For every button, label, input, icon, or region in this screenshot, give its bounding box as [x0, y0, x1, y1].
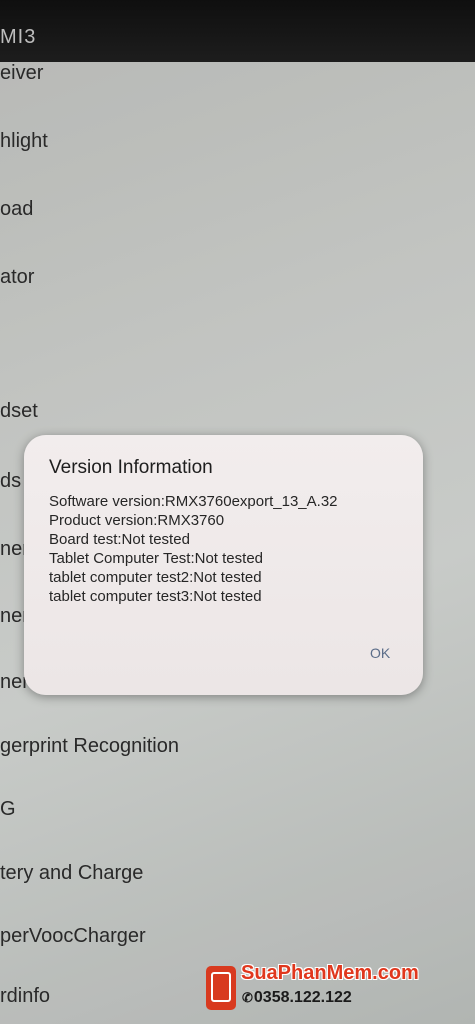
- app-title: MI3: [0, 26, 37, 48]
- product-version-line: Product version:RMX3760: [49, 512, 225, 529]
- tablet-test2-line: tablet computer test2:Not tested: [49, 569, 262, 586]
- version-info-dialog: Version Information Software version:RMX…: [24, 435, 423, 695]
- ok-button[interactable]: OK: [366, 643, 394, 663]
- phone-icon: ✆: [242, 990, 253, 1005]
- dialog-title: Version Information: [49, 457, 213, 478]
- watermark: SuaPhanMem.com ✆0358.122.122: [206, 962, 454, 1014]
- watermark-site: SuaPhanMem.com: [241, 962, 419, 984]
- software-version-line: Software version:RMX3760export_13_A.32: [49, 493, 338, 510]
- watermark-phone: 0358.122.122: [253, 989, 352, 1006]
- watermark-phone-row: ✆0358.122.122: [242, 989, 352, 1007]
- dialog-message: Software version:RMX3760export_13_A.32 P…: [49, 492, 338, 606]
- status-bar: [0, 0, 475, 62]
- tablet-test-line: Tablet Computer Test:Not tested: [49, 550, 263, 567]
- tablet-test3-line: tablet computer test3:Not tested: [49, 588, 262, 605]
- phone-outline-icon: [211, 972, 231, 1002]
- phone-repair-logo-icon: [206, 966, 236, 1010]
- board-test-line: Board test:Not tested: [49, 531, 190, 548]
